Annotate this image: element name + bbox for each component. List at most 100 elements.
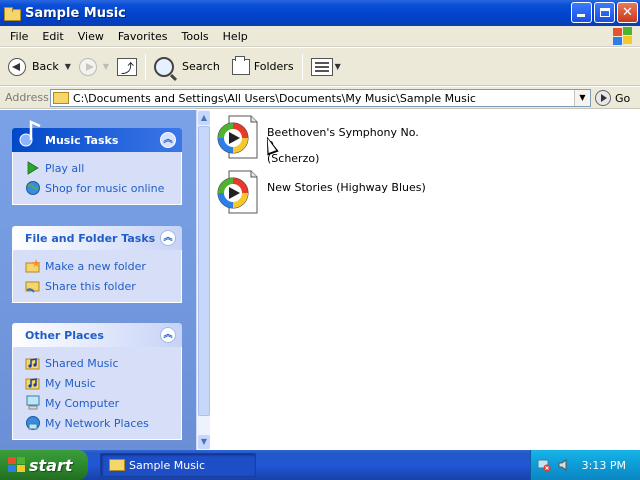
menu-help[interactable]: Help bbox=[216, 30, 255, 43]
up-button[interactable] bbox=[113, 52, 141, 82]
task-label: Shop for music online bbox=[45, 181, 165, 195]
search-button[interactable]: Search bbox=[150, 52, 224, 82]
title-bar[interactable]: Sample Music ✕ bbox=[0, 0, 640, 26]
task-shop-music[interactable]: Shop for music online bbox=[13, 178, 181, 198]
chevron-down-icon[interactable]: ▼ bbox=[65, 62, 71, 71]
toolbar: Back ▼ ▼ Search Folders ▼ bbox=[0, 48, 640, 86]
window-title: Sample Music bbox=[25, 5, 126, 21]
go-label: Go bbox=[615, 91, 631, 105]
place-label: Shared Music bbox=[45, 356, 119, 370]
chevron-down-icon[interactable]: ▼ bbox=[103, 62, 109, 71]
back-label: Back bbox=[32, 60, 59, 73]
back-button[interactable]: Back ▼ bbox=[4, 52, 75, 82]
window-controls: ✕ bbox=[571, 2, 638, 23]
scroll-thumb[interactable] bbox=[198, 126, 210, 416]
folders-label: Folders bbox=[253, 60, 294, 73]
collapse-icon[interactable]: ︽ bbox=[160, 327, 176, 343]
menu-tools[interactable]: Tools bbox=[175, 30, 216, 43]
clock[interactable]: 3:13 PM bbox=[582, 459, 626, 472]
address-bar: Address C:\Documents and Settings\All Us… bbox=[0, 87, 640, 109]
toolbar-separator bbox=[301, 53, 303, 80]
taskbar: start Sample Music 3:13 PM bbox=[0, 450, 640, 480]
windows-media-audio-icon bbox=[217, 115, 258, 159]
file-folder-tasks-panel: File and Folder Tasks ︽ Make a new folde… bbox=[12, 226, 182, 303]
file-folder-tasks-body: Make a new folder Share this folder bbox=[12, 250, 182, 303]
place-my-music[interactable]: My Music bbox=[13, 373, 181, 393]
other-places-panel: Other Places ︽ Shared Music My Music My … bbox=[12, 323, 182, 440]
file-name-line1: Beethoven's Symphony No. 9 bbox=[267, 126, 419, 152]
menu-bar: File Edit View Favorites Tools Help bbox=[0, 26, 640, 47]
task-label: Play all bbox=[45, 161, 85, 175]
minimize-button[interactable] bbox=[571, 2, 592, 23]
place-my-computer[interactable]: My Computer bbox=[13, 393, 181, 413]
collapse-icon[interactable]: ︽ bbox=[160, 230, 176, 246]
go-button[interactable]: Go bbox=[595, 89, 630, 107]
other-places-title: Other Places bbox=[25, 328, 104, 342]
volume-icon[interactable] bbox=[557, 458, 571, 472]
scroll-up-icon[interactable]: ▲ bbox=[198, 111, 210, 125]
go-arrow-icon bbox=[595, 90, 611, 106]
maximize-button[interactable] bbox=[594, 2, 615, 23]
network-status-icon[interactable] bbox=[537, 458, 551, 472]
menu-view[interactable]: View bbox=[71, 30, 111, 43]
my-music-icon bbox=[25, 375, 41, 391]
chevron-down-icon[interactable]: ▼ bbox=[335, 62, 341, 71]
menu-edit[interactable]: Edit bbox=[35, 30, 70, 43]
close-button[interactable]: ✕ bbox=[617, 2, 638, 23]
start-label: start bbox=[29, 455, 73, 475]
file-folder-tasks-title: File and Folder Tasks bbox=[25, 231, 156, 245]
menu-favorites[interactable]: Favorites bbox=[111, 30, 175, 43]
menu-file[interactable]: File bbox=[0, 30, 35, 43]
place-label: My Computer bbox=[45, 396, 120, 410]
folder-icon bbox=[4, 6, 21, 21]
task-share-folder[interactable]: Share this folder bbox=[13, 276, 181, 296]
address-label: Address bbox=[5, 91, 49, 104]
other-places-body: Shared Music My Music My Computer My Net… bbox=[12, 347, 182, 440]
chevron-down-icon[interactable]: ▼ bbox=[574, 90, 590, 106]
file-name-line2: (Scherzo) bbox=[267, 152, 320, 165]
maximize-icon bbox=[600, 8, 610, 17]
folders-button[interactable]: Folders bbox=[228, 52, 298, 82]
scroll-down-icon[interactable]: ▼ bbox=[198, 435, 210, 449]
folders-icon bbox=[231, 55, 250, 75]
views-button[interactable]: ▼ bbox=[307, 52, 345, 82]
music-note-icon bbox=[19, 120, 41, 147]
place-shared-music[interactable]: Shared Music bbox=[13, 353, 181, 373]
windows-logo-icon bbox=[8, 457, 26, 473]
music-tasks-title: Music Tasks bbox=[45, 133, 119, 147]
place-label: My Music bbox=[45, 376, 96, 390]
my-computer-icon bbox=[25, 395, 41, 411]
taskbar-button-sample-music[interactable]: Sample Music bbox=[100, 453, 256, 477]
file-item[interactable]: New Stories (Highway Blues) bbox=[215, 169, 427, 215]
music-tasks-body: Play all Shop for music online bbox=[12, 152, 182, 205]
collapse-icon[interactable]: ︽ bbox=[160, 132, 176, 148]
windows-media-audio-icon bbox=[217, 170, 258, 214]
windows-logo-icon bbox=[612, 27, 632, 45]
shared-music-icon bbox=[25, 355, 41, 371]
file-list: Beethoven's Symphony No. 9 (Scherzo) New… bbox=[211, 110, 640, 450]
address-path[interactable]: C:\Documents and Settings\All Users\Docu… bbox=[73, 92, 476, 105]
back-arrow-icon bbox=[8, 57, 26, 76]
search-icon bbox=[154, 56, 175, 77]
music-tasks-header[interactable]: Music Tasks ︽ bbox=[12, 120, 182, 152]
place-network[interactable]: My Network Places bbox=[13, 413, 181, 433]
task-pane: Music Tasks ︽ Play all Shop for music on… bbox=[0, 110, 196, 450]
other-places-header[interactable]: Other Places ︽ bbox=[12, 323, 182, 347]
taskbar-button-label: Sample Music bbox=[129, 458, 206, 472]
share-folder-icon bbox=[25, 278, 41, 294]
place-label: My Network Places bbox=[45, 416, 149, 430]
start-button[interactable]: start bbox=[0, 450, 88, 480]
task-label: Make a new folder bbox=[45, 259, 146, 273]
file-name: Beethoven's Symphony No. 9 (Scherzo) bbox=[267, 126, 427, 165]
task-label: Share this folder bbox=[45, 279, 136, 293]
forward-button[interactable]: ▼ bbox=[75, 52, 113, 82]
task-make-new-folder[interactable]: Make a new folder bbox=[13, 256, 181, 276]
address-field[interactable]: C:\Documents and Settings\All Users\Docu… bbox=[50, 89, 591, 107]
minimize-icon bbox=[577, 14, 585, 17]
file-item[interactable]: Beethoven's Symphony No. 9 (Scherzo) bbox=[215, 114, 427, 165]
music-tasks-panel: Music Tasks ︽ Play all Shop for music on… bbox=[12, 120, 182, 205]
file-folder-tasks-header[interactable]: File and Folder Tasks ︽ bbox=[12, 226, 182, 250]
task-pane-scrollbar[interactable]: ▲ ▼ bbox=[196, 110, 210, 450]
file-name-line1: New Stories (Highway Blues) bbox=[267, 181, 426, 194]
task-play-all[interactable]: Play all bbox=[13, 158, 181, 178]
